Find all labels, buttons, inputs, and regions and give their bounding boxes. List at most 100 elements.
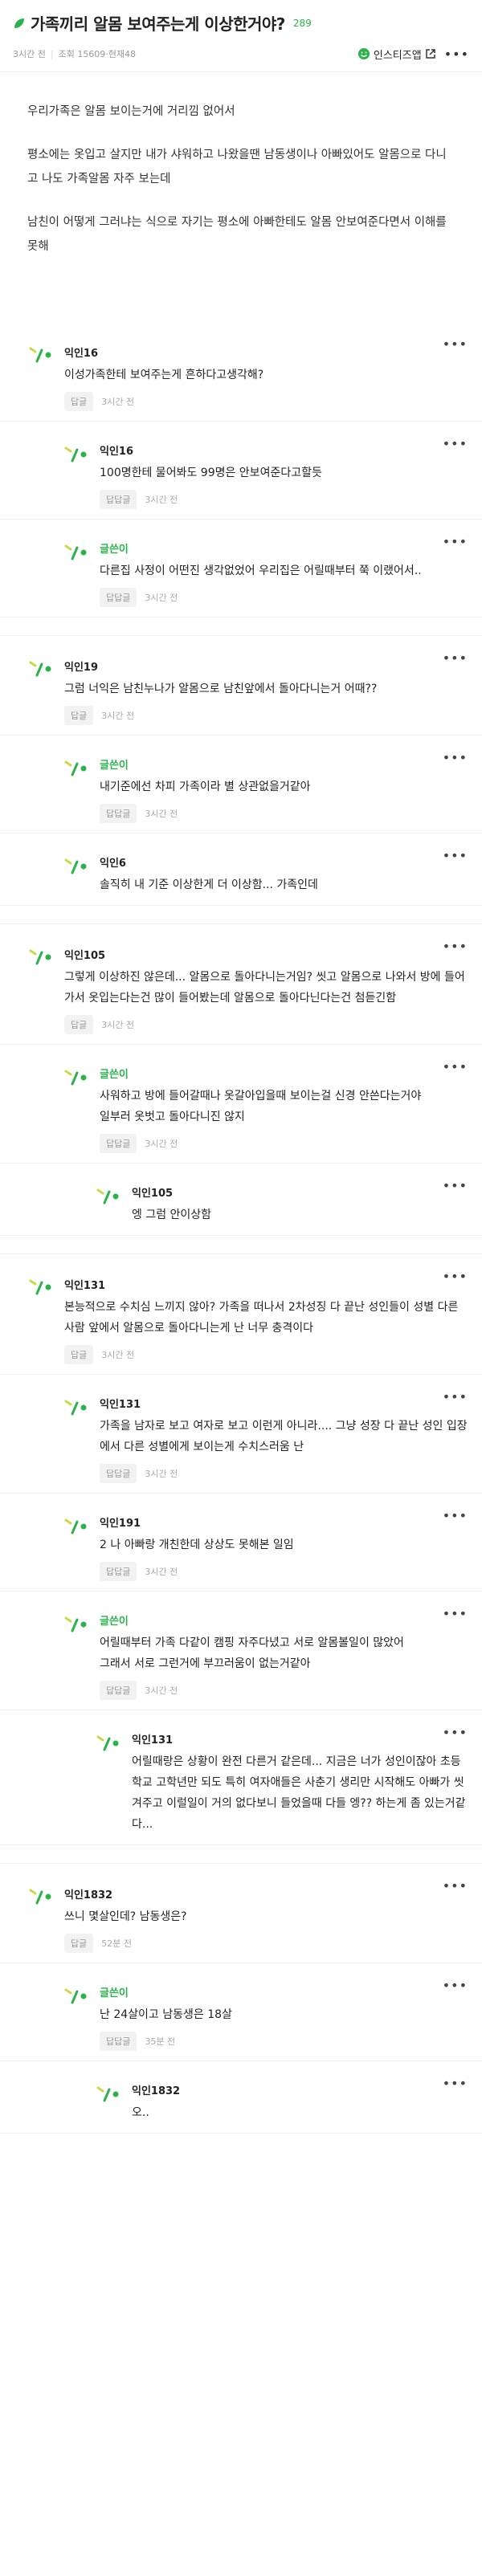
comment-author: 글쓴이 — [100, 760, 129, 772]
comment-more-icon[interactable]: ••• — [443, 1269, 468, 1284]
reply-button[interactable]: 답글 — [64, 1345, 94, 1364]
comment-text: 쓰니 몇살인데? 남동생은? — [64, 1910, 187, 1923]
comment-more-icon[interactable]: ••• — [443, 336, 468, 352]
thread-gap — [0, 1845, 482, 1864]
avatar-icon — [96, 2083, 120, 2104]
comment-item: ••• 익인16 100명한테 물어봐도 99명은 안보여준다고할듯 답답글 3시간 전 — [0, 422, 482, 520]
comment-actions: 답답글 3시간 전 — [100, 588, 469, 607]
comment-text: 이성가족한테 보여주는게 흔하다고생각해? — [64, 369, 264, 381]
title-row: 가족끼리 알몸 보여주는게 이상한거야? 289 — [13, 11, 469, 35]
comment-item: ••• 글쓴이 난 24살이고 남동생은 18살 답답글 35분 전 — [0, 1963, 482, 2061]
comment-time: 3시간 전 — [145, 1567, 178, 1577]
comment-author: 익인6 — [100, 858, 126, 870]
avatar-icon — [29, 658, 53, 679]
comment-author: 익인19 — [64, 662, 99, 674]
avatar-icon — [64, 855, 88, 876]
comment-text: 100명한테 물어봐도 99명은 안보여준다고할듯 — [100, 467, 322, 479]
comment-author: 익인131 — [132, 1734, 174, 1747]
smile-icon — [357, 48, 370, 59]
page: 가족끼리 알몸 보여주는게 이상한거야? 289 3시간 전 | 조회 15609·… — [0, 0, 482, 2134]
reply-button[interactable]: 답답글 — [100, 1134, 137, 1153]
comment-more-icon[interactable]: ••• — [443, 750, 468, 765]
reply-button[interactable]: 답답글 — [100, 804, 137, 823]
post-paragraph: 남친이 어떻게 그러냐는 식으로 자기는 평소에 아빠한테도 알몸 안보여준다면… — [27, 216, 447, 253]
comment-author: 익인1832 — [64, 1889, 113, 1901]
comment-time: 35분 전 — [145, 2036, 176, 2047]
comment-more-icon[interactable]: ••• — [443, 1059, 468, 1074]
reply-button[interactable]: 답글 — [64, 1934, 94, 1953]
avatar-icon — [29, 1276, 53, 1297]
comment-time: 52분 전 — [101, 1938, 132, 1949]
comment-more-icon[interactable]: ••• — [443, 534, 468, 549]
comment-more-icon[interactable]: ••• — [443, 848, 468, 863]
comment-more-icon[interactable]: ••• — [443, 1178, 468, 1193]
comment-text: 엥 그럼 안이상함 — [132, 1209, 212, 1221]
avatar-icon — [29, 1885, 53, 1906]
comment-text: 내기준에선 차피 가족이라 별 상관없을거같아 — [100, 781, 311, 793]
comment-author: 익인105 — [132, 1188, 174, 1200]
comment-actions: 답답글 3시간 전 — [100, 1562, 469, 1581]
comment-author: 익인105 — [64, 950, 106, 962]
comment-author: 글쓴이 — [100, 544, 129, 556]
app-link[interactable]: 인스티즈앱 — [357, 47, 436, 62]
comment-more-icon[interactable]: ••• — [443, 650, 468, 666]
comment-author: 글쓴이 — [100, 1987, 129, 1999]
comment-actions: 답답글 3시간 전 — [100, 1464, 469, 1483]
comment-author: 글쓴이 — [100, 1616, 129, 1628]
post-current: 현재48 — [108, 49, 137, 59]
avatar-icon — [64, 541, 88, 562]
comment-time: 3시간 전 — [101, 711, 135, 721]
comment-author: 익인131 — [100, 1399, 141, 1411]
comment-list: ••• 익인16 이성가족한테 보여주는게 흔하다고생각해? 답글 3시간 전 ••• 익인… — [0, 278, 482, 2134]
comment-author: 익인16 — [100, 446, 134, 458]
reply-button[interactable]: 답글 — [64, 1015, 94, 1034]
comment-more-icon[interactable]: ••• — [443, 1606, 468, 1621]
comment-item: ••• 글쓴이내기준에선 차피 가족이라 별 상관없을거같아답답글 3시간 전 — [0, 736, 482, 834]
thread-gap — [0, 1236, 482, 1254]
reply-button[interactable]: 답글 — [64, 392, 94, 411]
meta-actions: 인스티즈앱 ••• — [357, 47, 469, 62]
avatar-icon — [64, 1985, 88, 2006]
post-paragraph: 평소에는 옷입고 살지만 내가 샤워하고 나왔을땐 남동생이나 아빠있어도 알몸… — [27, 149, 447, 185]
comment-more-icon[interactable]: ••• — [443, 1389, 468, 1404]
comment-text: 다른집 사정이 어떤진 생각없었어 우리집은 어릴때부터 쭉 이랬어서.. — [100, 565, 422, 577]
thread-gap — [0, 618, 482, 636]
comment-time: 3시간 전 — [145, 593, 178, 603]
comment-count: 289 — [292, 17, 312, 29]
comment-item: ••• 익인6 솔직히 내 기준 이상한게 더 이상함... 가족인데 — [0, 834, 482, 906]
comment-text: 2 나 아빠랑 개친한데 상상도 못해본 일임 — [100, 1539, 294, 1551]
avatar-icon — [64, 1066, 88, 1087]
comment-time: 3시간 전 — [145, 1139, 178, 1149]
reply-button[interactable]: 답답글 — [100, 588, 137, 607]
comment-more-icon[interactable]: ••• — [443, 1878, 468, 1893]
avatar-icon — [64, 1613, 88, 1634]
comment-text: 어릴때랑은 상황이 완전 다른거 같은데... 지금은 너가 성인이잖아 초등학… — [132, 1755, 466, 1831]
reply-button[interactable]: 답답글 — [100, 1464, 137, 1483]
avatar-icon — [64, 1396, 88, 1417]
comment-more-icon[interactable]: ••• — [443, 1508, 468, 1523]
reply-button[interactable]: 답답글 — [100, 1681, 137, 1700]
comment-author: 익인1832 — [132, 2085, 181, 2097]
reply-button[interactable]: 답글 — [64, 706, 94, 725]
comment-more-icon[interactable]: ••• — [443, 2076, 468, 2091]
comment-more-icon[interactable]: ••• — [443, 436, 468, 451]
reply-button[interactable]: 답답글 — [100, 490, 137, 509]
comment-time: 3시간 전 — [145, 1469, 178, 1479]
external-link-icon — [425, 49, 435, 59]
avatar-icon — [64, 443, 88, 464]
comment-more-icon[interactable]: ••• — [443, 1725, 468, 1740]
comment-text: 사워하고 방에 들어갈때나 옷갈아입을때 보이는걸 신경 안쓴다는거야 일부러 … — [100, 1090, 422, 1123]
app-label: 인스티즈앱 — [373, 49, 422, 62]
reply-button[interactable]: 답답글 — [100, 1562, 137, 1581]
reply-button[interactable]: 답답글 — [100, 2032, 137, 2051]
comment-more-icon[interactable]: ••• — [443, 939, 468, 954]
comment-actions: 답답글 3시간 전 — [100, 804, 469, 823]
comment-author: 글쓴이 — [100, 1069, 129, 1081]
comment-text: 오.. — [132, 2106, 149, 2119]
comment-item: ••• 글쓴이 어릴때부터 가족 다같이 캠핑 자주다녔고 서로 알몸볼일이 많았어… — [0, 1592, 482, 1710]
more-menu-icon[interactable]: ••• — [444, 47, 469, 62]
comment-author: 익인191 — [100, 1518, 141, 1530]
comment-actions: 답답글 3시간 전 — [100, 1681, 469, 1700]
leaf-icon — [14, 18, 24, 28]
comment-more-icon[interactable]: ••• — [443, 1978, 468, 1993]
